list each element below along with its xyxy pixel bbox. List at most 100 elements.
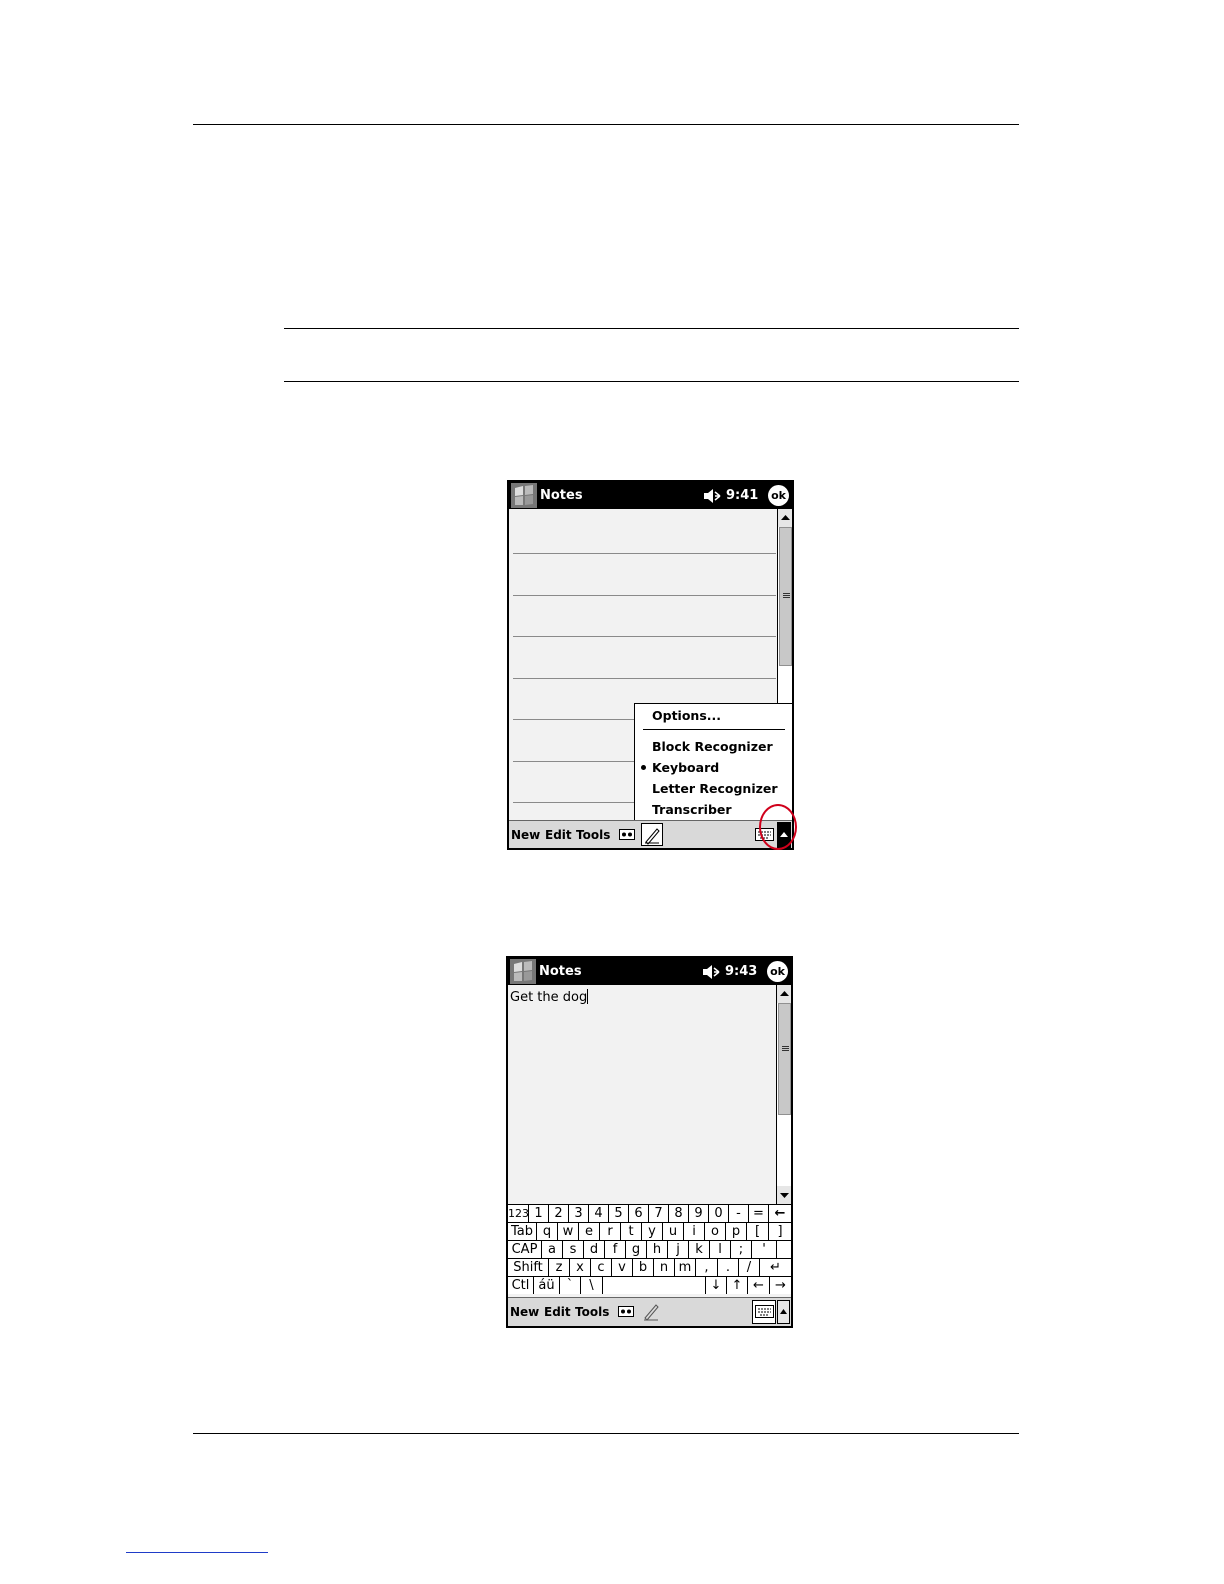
key-3[interactable]: 3: [569, 1205, 589, 1222]
key-shift[interactable]: Shift: [508, 1259, 549, 1276]
speaker-muted-icon[interactable]: [702, 964, 720, 980]
key-space[interactable]: [603, 1277, 706, 1294]
key-2[interactable]: 2: [549, 1205, 569, 1222]
menu-item-letter-recognizer[interactable]: Letter Recognizer: [652, 781, 778, 796]
key-n[interactable]: n: [654, 1259, 675, 1276]
menu-tools[interactable]: Tools: [576, 828, 610, 842]
key-d[interactable]: d: [584, 1241, 605, 1258]
pen-icon[interactable]: [641, 1301, 661, 1322]
key-up[interactable]: ↑: [727, 1277, 748, 1294]
key-caps[interactable]: CAP: [508, 1241, 542, 1258]
key-tab[interactable]: Tab: [508, 1223, 537, 1240]
key-r[interactable]: r: [600, 1223, 621, 1240]
key-k[interactable]: k: [689, 1241, 710, 1258]
clock[interactable]: 9:43: [725, 964, 757, 979]
key-u[interactable]: u: [663, 1223, 684, 1240]
menu-new[interactable]: New: [511, 828, 540, 842]
key-comma[interactable]: ,: [696, 1259, 718, 1276]
menu-edit[interactable]: Edit: [544, 1305, 571, 1319]
key-semicolon[interactable]: ;: [731, 1241, 752, 1258]
key-backspace[interactable]: ←: [769, 1205, 791, 1222]
windows-start-icon[interactable]: [511, 483, 537, 508]
key-q[interactable]: q: [537, 1223, 558, 1240]
key-o[interactable]: o: [705, 1223, 726, 1240]
scroll-up-arrow[interactable]: [777, 985, 791, 1003]
key-apostrophe[interactable]: ': [752, 1241, 777, 1258]
ok-button[interactable]: ok: [768, 485, 789, 506]
menu-item-options[interactable]: Options...: [652, 708, 721, 723]
pen-icon[interactable]: [641, 823, 663, 846]
key-equals[interactable]: =: [749, 1205, 769, 1222]
key-5[interactable]: 5: [609, 1205, 629, 1222]
key-4[interactable]: 4: [589, 1205, 609, 1222]
grip-line: [783, 593, 790, 594]
key-m[interactable]: m: [675, 1259, 696, 1276]
key-9[interactable]: 9: [689, 1205, 709, 1222]
menu-new[interactable]: New: [510, 1305, 539, 1319]
speaker-muted-icon[interactable]: [703, 488, 721, 504]
menu-item-transcriber[interactable]: Transcriber: [652, 802, 732, 817]
key-right[interactable]: →: [770, 1277, 791, 1294]
ok-button[interactable]: ok: [767, 961, 788, 982]
scroll-thumb[interactable]: [778, 1003, 791, 1115]
key-b[interactable]: b: [633, 1259, 654, 1276]
recorder-icon[interactable]: [618, 1306, 634, 1317]
menu-item-keyboard[interactable]: Keyboard: [652, 760, 719, 775]
key-backslash[interactable]: \: [581, 1277, 603, 1294]
key-8[interactable]: 8: [669, 1205, 689, 1222]
key-right-bracket[interactable]: ]: [769, 1223, 791, 1240]
key-minus[interactable]: -: [729, 1205, 749, 1222]
key-i[interactable]: i: [684, 1223, 705, 1240]
key-c[interactable]: c: [591, 1259, 612, 1276]
menu-item-block-recognizer[interactable]: Block Recognizer: [652, 739, 773, 754]
title-bar: Notes 9:41 ok: [509, 482, 792, 509]
key-z[interactable]: z: [549, 1259, 570, 1276]
key-slash[interactable]: /: [739, 1259, 760, 1276]
key-g[interactable]: g: [626, 1241, 647, 1258]
key-ctrl[interactable]: Ctl: [508, 1277, 534, 1294]
key-intl[interactable]: áü: [534, 1277, 560, 1294]
scroll-thumb[interactable]: [779, 527, 792, 666]
scroll-down-arrow[interactable]: [777, 1186, 791, 1204]
key-enter[interactable]: ↵: [760, 1259, 791, 1276]
scroll-up-arrow[interactable]: [778, 509, 792, 527]
grip-line: [782, 1050, 789, 1051]
key-f[interactable]: f: [605, 1241, 626, 1258]
key-0[interactable]: 0: [709, 1205, 729, 1222]
key-left[interactable]: ←: [748, 1277, 770, 1294]
key-s[interactable]: s: [563, 1241, 584, 1258]
soft-keyboard: 123 1 2 3 4 5 6 7 8 9 0 - = ← Tab q w e …: [508, 1204, 791, 1294]
menu-edit[interactable]: Edit: [545, 828, 572, 842]
vertical-scrollbar[interactable]: [776, 985, 791, 1204]
key-down[interactable]: ↓: [706, 1277, 727, 1294]
key-v[interactable]: v: [612, 1259, 633, 1276]
note-area[interactable]: Get the dog: [508, 985, 776, 1204]
recorder-icon[interactable]: [619, 829, 635, 840]
key-l[interactable]: l: [710, 1241, 731, 1258]
key-p[interactable]: p: [726, 1223, 747, 1240]
key-1[interactable]: 1: [529, 1205, 549, 1222]
input-panel-arrow-button[interactable]: [777, 1300, 790, 1324]
grip-line: [782, 1046, 789, 1047]
key-123[interactable]: 123: [508, 1205, 529, 1222]
clock[interactable]: 9:41: [726, 488, 758, 503]
app-title: Notes: [539, 964, 582, 979]
key-left-bracket[interactable]: [: [747, 1223, 769, 1240]
key-a[interactable]: a: [542, 1241, 563, 1258]
key-h[interactable]: h: [647, 1241, 668, 1258]
menu-tools[interactable]: Tools: [575, 1305, 609, 1319]
key-j[interactable]: j: [668, 1241, 689, 1258]
key-backtick[interactable]: `: [560, 1277, 581, 1294]
key-w[interactable]: w: [558, 1223, 579, 1240]
key-y[interactable]: y: [642, 1223, 663, 1240]
keyboard-row-1: 123 1 2 3 4 5 6 7 8 9 0 - = ←: [508, 1205, 791, 1222]
key-t[interactable]: t: [621, 1223, 642, 1240]
key-period[interactable]: .: [718, 1259, 739, 1276]
key-6[interactable]: 6: [629, 1205, 649, 1222]
windows-start-icon[interactable]: [510, 959, 536, 984]
key-e[interactable]: e: [579, 1223, 600, 1240]
key-7[interactable]: 7: [649, 1205, 669, 1222]
keyboard-button[interactable]: [752, 1300, 776, 1324]
key-x[interactable]: x: [570, 1259, 591, 1276]
grip-line: [783, 597, 790, 598]
